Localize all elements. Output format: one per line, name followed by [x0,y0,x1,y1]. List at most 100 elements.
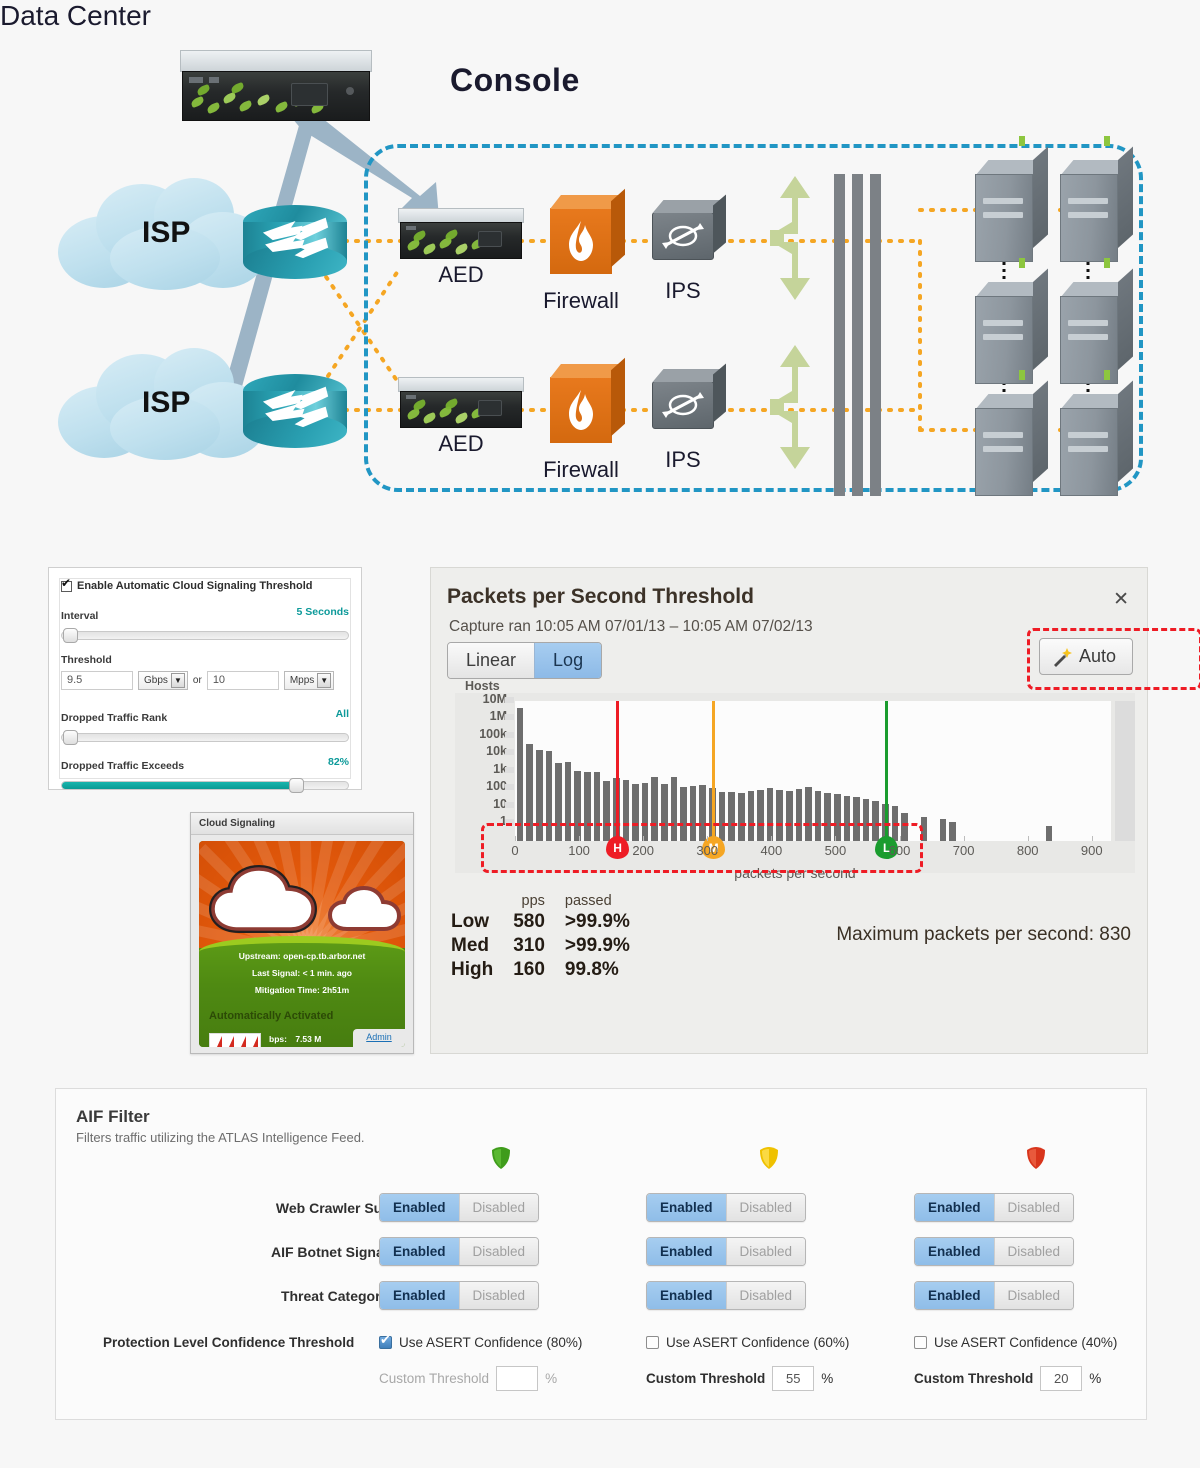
toggle-disabled-option[interactable]: Disabled [725,1194,806,1221]
threshold-region-highlight [481,823,923,873]
slider-fill [62,782,299,789]
use-asert-confidence-checkbox[interactable]: Use ASERT Confidence (60%) [646,1335,849,1350]
chart-scroll-region[interactable] [1115,701,1135,841]
stats-cell-pps: 310 [513,935,545,956]
rank-slider[interactable] [61,730,349,745]
aif-toggle[interactable]: Enabled Disabled [914,1237,1075,1266]
toggle-enabled-option[interactable]: Enabled [380,1282,459,1309]
custom-threshold-input[interactable] [496,1366,539,1391]
toggle-disabled-option[interactable]: Disabled [993,1238,1074,1265]
maximum-pps-text: Maximum packets per second: 830 [836,924,1131,945]
histogram-chart: Hosts 10M 1M 100k 10k 1k 100 10 1 HML 0 100 200 30… [455,679,1135,881]
toggle-disabled-option[interactable]: Disabled [458,1238,539,1265]
aif-toggle[interactable]: Enabled Disabled [646,1281,807,1310]
aif-toggle[interactable]: Enabled Disabled [646,1237,807,1266]
toggle-disabled-option[interactable]: Disabled [458,1194,539,1221]
firewall-label-top: Firewall [543,288,619,313]
chevron-down-icon: ▼ [317,673,332,688]
toggle-enabled-option[interactable]: Enabled [380,1238,459,1265]
checkbox-box [646,1336,659,1349]
aif-filter-description: Filters traffic utilizing the ATLAS Inte… [76,1130,365,1145]
stats-table: pps passed Low 580 >99.9% Med 310 >99.9% High 1… [441,893,640,982]
threshold-bps-unit-select[interactable]: Gbps ▼ [138,671,188,690]
toggle-enabled-option[interactable]: Enabled [915,1238,994,1265]
rank-value: All [335,708,349,720]
admin-link[interactable]: Admin [353,1029,405,1047]
toggle-enabled-option[interactable]: Enabled [380,1194,459,1221]
toggle-enabled-option[interactable]: Enabled [915,1194,994,1221]
cloud-signaling-graphic: Upstream: open-cp.tb.arbor.net Last Sign… [199,841,405,1047]
ips-label-top: IPS [665,278,701,303]
stats-header-row: pps passed [441,893,640,910]
mitigation-time-label: Mitigation Time: [254,985,320,995]
bps-unit-value: Gbps [144,675,168,686]
histogram-bar [1045,826,1053,841]
threshold-stats-table: pps passed Low 580 >99.9% Med 310 >99.9% High 1… [441,893,640,982]
exceeds-slider[interactable] [61,778,349,793]
slider-knob[interactable] [289,778,305,793]
use-asert-confidence-checkbox[interactable]: Use ASERT Confidence (80%) [379,1333,583,1350]
rank-label: Dropped Traffic Rank [61,712,168,724]
traffic-sparkline [209,1033,261,1047]
toggle-disabled-option[interactable]: Disabled [993,1194,1074,1221]
aif-toggle[interactable]: Enabled Disabled [379,1237,540,1266]
mitigation-time-row: Mitigation Time: 2h51m [199,985,405,995]
or-label: or [192,675,202,686]
custom-threshold-input[interactable]: 20 [1040,1366,1083,1391]
threshold-pps-input[interactable]: 10 [206,671,279,690]
bps-row: bps: 7.53 M [269,1034,321,1044]
toggle-disabled-option[interactable]: Disabled [458,1282,539,1309]
y-tick-label: 10k [486,744,507,759]
y-tick [505,766,514,773]
custom-threshold-label: Custom Threshold [379,1371,490,1386]
switch-bars-4 [834,400,881,496]
router-icon-top [243,205,347,279]
histogram-bar [516,707,524,841]
aif-toggle[interactable]: Enabled Disabled [914,1193,1075,1222]
pps-unit-value: Mpps [289,675,315,686]
threshold-bps-input[interactable]: 9.5 [61,671,133,690]
close-icon[interactable]: ✕ [1113,588,1129,611]
aed-appliance-top [398,208,524,260]
scale-toggle-group[interactable]: Linear Log [447,642,603,679]
slider-knob[interactable] [63,628,78,643]
slider-track [61,733,349,742]
threshold-pps-unit-select[interactable]: Mpps ▼ [283,671,335,690]
toggle-enabled-option[interactable]: Enabled [647,1238,726,1265]
histogram-bar [939,819,947,841]
tab-linear-scale[interactable]: Linear [448,643,535,678]
use-asert-confidence-label: Use ASERT Confidence (80%) [399,1335,583,1350]
aif-toggle[interactable]: Enabled Disabled [379,1281,540,1310]
toggle-enabled-option[interactable]: Enabled [647,1194,726,1221]
toggle-disabled-option[interactable]: Disabled [993,1282,1074,1309]
toggle-enabled-option[interactable]: Enabled [915,1282,994,1309]
aed-appliance-bottom [398,377,524,429]
y-tick [505,714,514,721]
cloud-signaling-widget-title: Cloud Signaling [191,813,413,835]
tab-log-scale[interactable]: Log [534,643,602,678]
use-asert-confidence-checkbox[interactable]: Use ASERT Confidence (40%) [914,1335,1117,1350]
enable-auto-cloud-signaling-checkbox[interactable]: Enable Automatic Cloud Signaling Thresho… [61,577,313,592]
stats-col-passed: passed [564,893,612,909]
y-tick-label: 100k [479,726,507,741]
interval-slider[interactable] [61,628,349,643]
slider-knob[interactable] [63,730,78,745]
percent-symbol: % [1089,1371,1102,1386]
y-tick [505,801,514,808]
stats-row: High 160 99.8% [441,958,640,982]
toggle-enabled-option[interactable]: Enabled [647,1282,726,1309]
aif-toggle[interactable]: Enabled Disabled [379,1193,540,1222]
toggle-disabled-option[interactable]: Disabled [725,1238,806,1265]
cloud-icon-small [327,885,401,931]
ips-label-bottom: IPS [665,447,701,472]
load-splitter-bottom [770,345,810,469]
stats-cell-pps: 580 [513,911,545,932]
aif-toggle[interactable]: Enabled Disabled [914,1281,1075,1310]
y-tick [505,731,514,738]
flame-icon [569,390,593,430]
aif-toggle[interactable]: Enabled Disabled [646,1193,807,1222]
console-label: Console [450,62,580,98]
switch-bars-2 [834,248,881,344]
toggle-disabled-option[interactable]: Disabled [725,1282,806,1309]
custom-threshold-input[interactable]: 55 [772,1366,815,1391]
